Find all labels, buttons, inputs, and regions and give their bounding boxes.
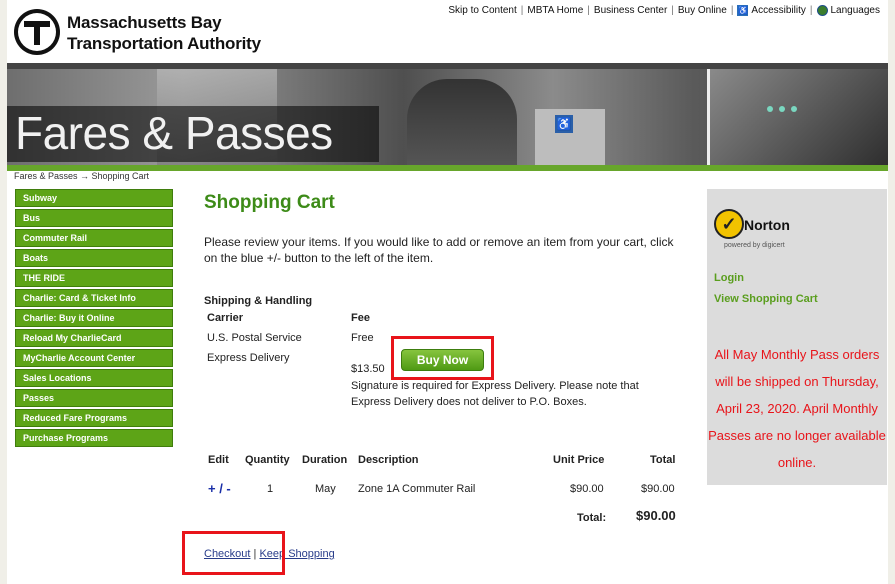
- business-center-link[interactable]: Business Center: [594, 5, 667, 16]
- item-unit-price: $90.00: [570, 483, 604, 495]
- norton-brand: Norton: [744, 217, 790, 233]
- cart-total-value: $90.00: [636, 508, 676, 523]
- page-title: Shopping Cart: [204, 192, 335, 213]
- express-fee: $13.50: [351, 363, 385, 375]
- banner-title: Fares & Passes: [15, 107, 333, 159]
- view-cart-link[interactable]: View Shopping Cart: [714, 293, 818, 305]
- highlight-box-checkout: [182, 531, 285, 575]
- col-edit: Edit: [208, 454, 229, 466]
- org-name-line1: Massachusetts Bay: [67, 13, 222, 32]
- mbta-logo-icon[interactable]: [14, 9, 60, 55]
- express-delivery-note: Signature is required for Express Delive…: [351, 380, 639, 408]
- cart-total-label: Total:: [577, 512, 607, 524]
- norton-seal[interactable]: ✓ Norton powered by digicert: [714, 205, 800, 253]
- carrier-header: Carrier: [207, 312, 244, 324]
- nav-mycharlie-account[interactable]: MyCharlie Account Center: [15, 349, 173, 367]
- org-name: Massachusetts Bay Transportation Authori…: [67, 12, 261, 54]
- banner-image: ♿ Fares & Passes: [7, 69, 888, 165]
- norton-check-icon: ✓: [714, 209, 744, 239]
- buy-online-link[interactable]: Buy Online: [678, 5, 727, 16]
- nav-passes[interactable]: Passes: [15, 389, 173, 407]
- shipping-heading: Shipping & Handling: [204, 295, 313, 307]
- col-quantity: Quantity: [245, 454, 290, 466]
- skip-to-content-link[interactable]: Skip to Content: [448, 5, 516, 16]
- item-total: $90.00: [641, 483, 675, 495]
- languages-link[interactable]: Languages: [831, 5, 881, 16]
- col-duration: Duration: [302, 454, 348, 466]
- nav-charlie-card-ticket-info[interactable]: Charlie: Card & Ticket Info: [15, 289, 173, 307]
- item-description: Zone 1A Commuter Rail: [358, 483, 476, 495]
- globe-icon: [816, 5, 828, 16]
- highlight-box-buy-now: [391, 336, 494, 380]
- item-duration: May: [315, 483, 336, 495]
- nav-commuter-rail[interactable]: Commuter Rail: [15, 229, 173, 247]
- nav-the-ride[interactable]: THE RIDE: [15, 269, 173, 287]
- login-link[interactable]: Login: [714, 272, 744, 284]
- nav-bus[interactable]: Bus: [15, 209, 173, 227]
- nav-purchase-programs[interactable]: Purchase Programs: [15, 429, 173, 447]
- right-sidebar: ✓ Norton powered by digicert Login View …: [707, 189, 887, 485]
- usps-fee: Free: [351, 332, 374, 344]
- mbta-home-link[interactable]: MBTA Home: [527, 5, 583, 16]
- left-nav: Subway Bus Commuter Rail Boats THE RIDE …: [15, 189, 173, 449]
- shipping-notice: All May Monthly Pass orders will be ship…: [708, 347, 886, 470]
- col-unit-price: Unit Price: [553, 454, 605, 466]
- fee-header: Fee: [351, 312, 370, 324]
- edit-quantity-button[interactable]: + / -: [208, 481, 231, 496]
- nav-reduced-fare[interactable]: Reduced Fare Programs: [15, 409, 173, 427]
- card-reader-lights: [767, 99, 803, 117]
- cart-intro-text: Please review your items. If you would l…: [204, 235, 674, 265]
- norton-sub: powered by digicert: [724, 242, 785, 249]
- nav-sales-locations[interactable]: Sales Locations: [15, 369, 173, 387]
- org-name-line2: Transportation Authority: [67, 34, 261, 53]
- item-quantity: 1: [267, 483, 274, 495]
- nav-reload-charliecard[interactable]: Reload My CharlieCard: [15, 329, 173, 347]
- nav-boats[interactable]: Boats: [15, 249, 173, 267]
- accessibility-link[interactable]: Accessibility: [751, 5, 805, 16]
- nav-charlie-buy-online[interactable]: Charlie: Buy it Online: [15, 309, 173, 327]
- page-frame: Massachusetts Bay Transportation Authori…: [7, 0, 888, 584]
- accessibility-icon: ♿: [737, 5, 749, 16]
- utility-links: Skip to Content | MBTA Home | Business C…: [448, 5, 880, 16]
- col-total: Total: [650, 454, 676, 466]
- breadcrumb[interactable]: Fares & Passes → Shopping Cart: [14, 171, 149, 181]
- express-carrier: Express Delivery: [207, 352, 290, 364]
- wheelchair-icon: ♿: [555, 115, 573, 133]
- col-description: Description: [358, 454, 419, 466]
- nav-subway[interactable]: Subway: [15, 189, 173, 207]
- usps-carrier: U.S. Postal Service: [207, 332, 302, 344]
